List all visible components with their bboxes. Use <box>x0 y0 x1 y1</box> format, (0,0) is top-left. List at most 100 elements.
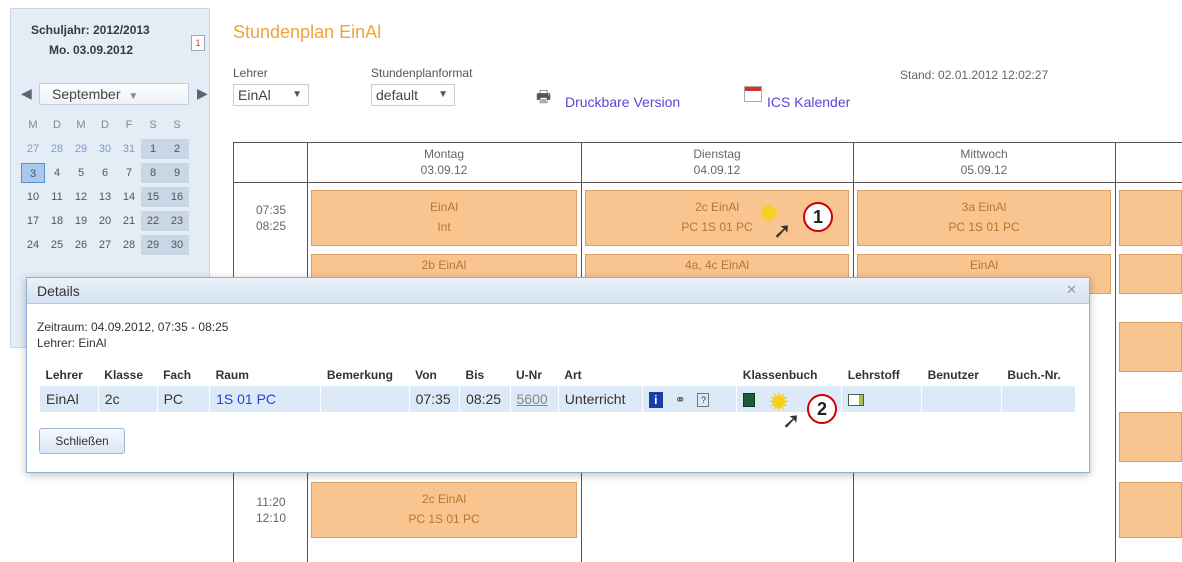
calendar-day[interactable]: 26 <box>69 235 93 255</box>
calendar-day[interactable]: 13 <box>93 187 117 207</box>
calendar-day[interactable]: 28 <box>117 235 141 255</box>
next-month-arrow-icon[interactable]: ▶ <box>197 85 208 102</box>
calendar-day[interactable]: 15 <box>141 187 165 207</box>
day-name: Montag <box>423 147 465 161</box>
calendar-day[interactable]: 9 <box>165 163 189 183</box>
prev-month-arrow-icon[interactable]: ◀ <box>21 85 32 102</box>
day-name: Dienstag <box>693 147 741 161</box>
cell-lehrstoff <box>841 386 922 412</box>
calendar-day[interactable]: 28 <box>45 139 69 159</box>
calendar-day[interactable]: 5 <box>69 163 93 183</box>
calendar-day[interactable]: 10 <box>21 187 45 207</box>
lesson-line: 4a, 4c EinAl <box>684 258 750 272</box>
ics-calendar-icon[interactable] <box>744 86 762 102</box>
month-select[interactable]: September ▼ <box>39 83 189 105</box>
lesson-line: PC 1S 01 PC <box>948 220 1020 234</box>
day-date: 03.09.12 <box>420 163 468 177</box>
column-header: Art <box>564 368 582 382</box>
lehrstoff-icon[interactable] <box>848 394 865 407</box>
calendar-day[interactable]: 27 <box>93 235 117 255</box>
info-icon[interactable]: i <box>648 391 663 408</box>
format-value: default <box>376 87 419 103</box>
calendar-day[interactable]: 29 <box>69 139 93 159</box>
calendar-day[interactable]: 23 <box>165 211 189 231</box>
class-book-icon[interactable] <box>743 393 756 408</box>
calendar-day[interactable]: 20 <box>93 211 117 231</box>
calendar-week-row: 10 11 12 13 14 15 16 <box>21 187 189 207</box>
weekday-header: M D M D F S S <box>21 119 189 131</box>
mouse-cursor-icon: ➚ <box>782 408 801 433</box>
weekday-head: S <box>149 119 157 131</box>
close-button[interactable]: Schließen <box>39 428 125 454</box>
lesson-cell[interactable]: EinAl Int <box>311 190 577 246</box>
cell-bemerkung <box>320 386 410 412</box>
cell-fach: PC <box>156 386 210 412</box>
calendar-day[interactable]: 11 <box>45 187 69 207</box>
weekday-head: D <box>53 119 61 131</box>
cell-unr-link[interactable]: 5600 <box>509 386 559 412</box>
lesson-cell[interactable]: 3a EinAl PC 1S 01 PC <box>857 190 1111 246</box>
calendar-day[interactable]: 29 <box>141 235 165 255</box>
month-navigation: ◀ September ▼ ▶ <box>19 83 209 107</box>
column-header: U-Nr <box>516 368 542 382</box>
table-row[interactable]: EinAl 2c PC 1S 01 PC 07:35 08:25 5600 Un… <box>39 386 1075 412</box>
calendar-day[interactable]: 4 <box>45 163 69 183</box>
calendar-day[interactable]: 30 <box>165 235 189 255</box>
calendar-day[interactable]: 18 <box>45 211 69 231</box>
calendar-day[interactable]: 21 <box>117 211 141 231</box>
lesson-cell[interactable] <box>1119 190 1182 246</box>
lesson-cell[interactable] <box>1119 482 1182 538</box>
day-header-tuesday: Dienstag 04.09.12 <box>581 146 853 178</box>
lesson-cell[interactable] <box>1119 254 1182 294</box>
cell-buchnr <box>1000 386 1075 412</box>
grid-line <box>233 142 1182 143</box>
binoculars-icon[interactable]: ⚭ <box>675 392 686 408</box>
dialog-title: Details <box>27 278 1089 304</box>
calendar-day[interactable]: 27 <box>21 139 45 159</box>
lesson-line: Int <box>437 220 451 234</box>
calendar-day[interactable]: 12 <box>69 187 93 207</box>
calendar-day[interactable]: 14 <box>117 187 141 207</box>
calendar-day[interactable]: 22 <box>141 211 165 231</box>
cell-raum[interactable]: 1S 01 PC <box>209 386 321 412</box>
weekday-head: S <box>173 119 181 131</box>
time-end: 12:10 <box>255 511 287 525</box>
printer-icon[interactable]: 🖶 <box>536 86 551 113</box>
calendar-day[interactable]: 17 <box>21 211 45 231</box>
time-slot: 11:20 12:10 <box>241 494 301 526</box>
column-header: Raum <box>215 368 249 382</box>
calendar-day[interactable]: 31 <box>117 139 141 159</box>
calendar-day[interactable]: 6 <box>93 163 117 183</box>
calendar-week-row: 3 4 5 6 7 8 9 <box>21 163 189 183</box>
time-start: 07:35 <box>255 203 287 217</box>
calendar-day[interactable]: 25 <box>45 235 69 255</box>
calendar-day[interactable]: 7 <box>117 163 141 183</box>
grid-line <box>233 182 1182 183</box>
lesson-cell[interactable] <box>1119 322 1182 372</box>
ics-calendar-link[interactable]: ICS Kalender <box>767 94 850 110</box>
teacher-select[interactable]: EinAl ▼ <box>233 84 309 106</box>
day-date: 05.09.12 <box>960 163 1008 177</box>
calendar-icon[interactable]: 1 <box>191 35 205 51</box>
calendar-day[interactable]: 16 <box>165 187 189 207</box>
calendar-day-selected[interactable]: 3 <box>21 163 45 183</box>
lesson-line: PC 1S 01 PC <box>408 512 480 526</box>
day-header-monday: Montag 03.09.12 <box>307 146 581 178</box>
lesson-line: 2c EinAl <box>421 492 467 506</box>
lesson-cell[interactable] <box>1119 412 1182 462</box>
calendar-day[interactable]: 30 <box>93 139 117 159</box>
column-header <box>642 364 737 386</box>
chevron-down-icon: ▼ <box>292 89 302 100</box>
weekday-head: D <box>101 119 109 131</box>
calendar-day[interactable]: 8 <box>141 163 165 183</box>
column-header: Lehrer <box>45 368 83 382</box>
calendar-day[interactable]: 24 <box>21 235 45 255</box>
lesson-cell[interactable]: 2c EinAl PC 1S 01 PC <box>311 482 577 538</box>
print-version-link[interactable]: Druckbare Version <box>565 94 680 110</box>
calendar-day[interactable]: 19 <box>69 211 93 231</box>
calendar-day[interactable]: 1 <box>141 139 165 159</box>
close-icon[interactable]: ✕ <box>1066 282 1077 298</box>
help-icon[interactable]: ? <box>697 392 710 407</box>
calendar-day[interactable]: 2 <box>165 139 189 159</box>
format-select[interactable]: default ▼ <box>371 84 455 106</box>
